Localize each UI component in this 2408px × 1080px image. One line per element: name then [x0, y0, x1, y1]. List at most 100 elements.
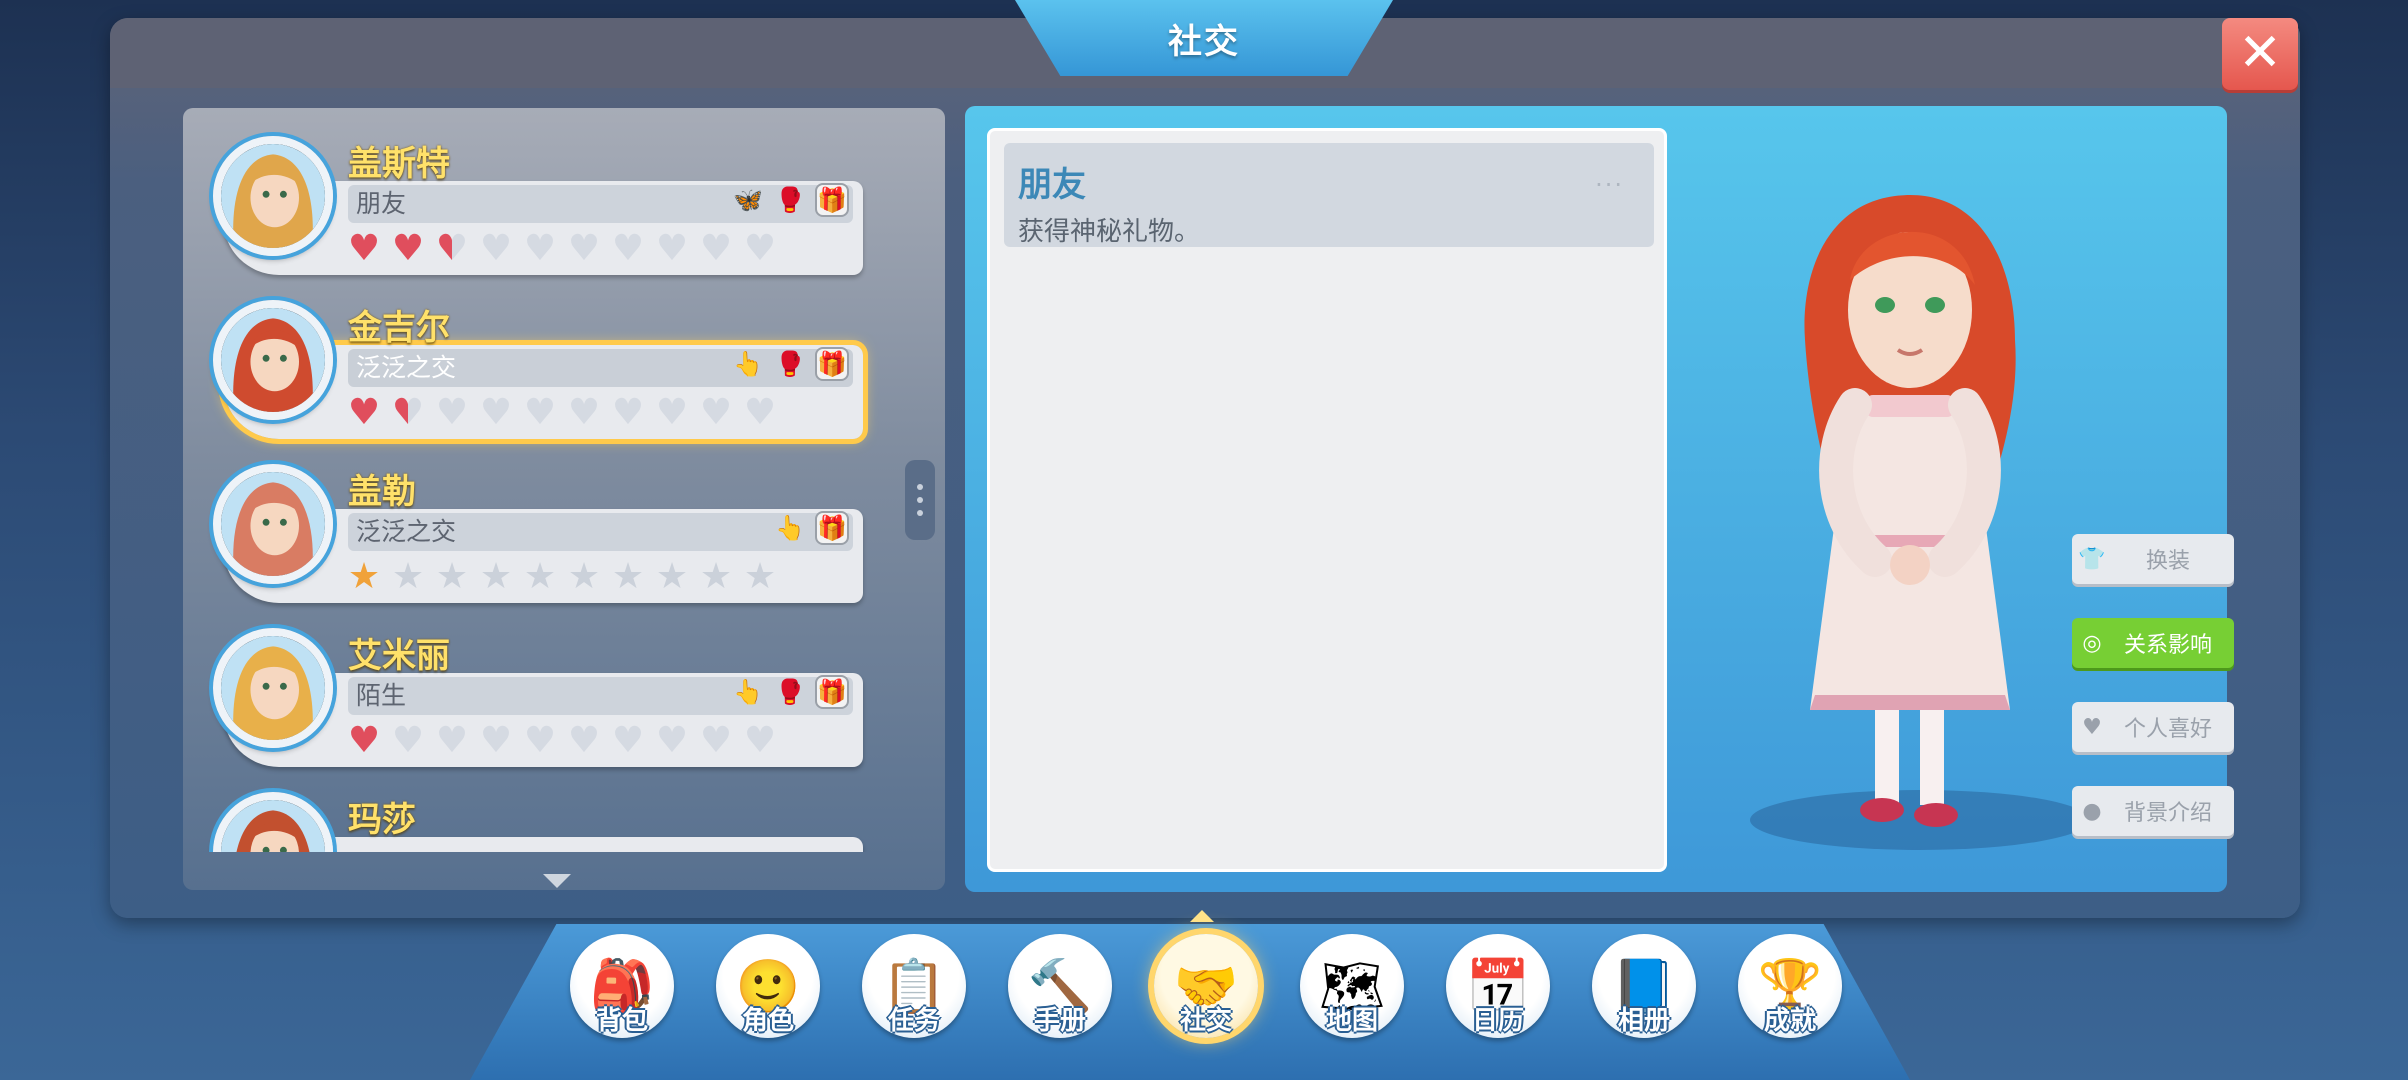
nav-item-label: 成就 — [1763, 1006, 1816, 1036]
heart-icon: ♥ — [611, 228, 645, 269]
heart-icon: ♥ — [347, 720, 381, 761]
page-title: 社交 — [1015, 0, 1393, 76]
star-icon: ★ — [699, 556, 733, 597]
boxing-glove-icon: 🥊 — [775, 678, 805, 706]
nav-item-label: 社交 — [1179, 1006, 1232, 1036]
nav-item-label: 地图 — [1325, 1006, 1378, 1036]
side-button-label: 关系影响 — [2123, 633, 2212, 658]
heart-icon: ♥ — [699, 228, 733, 269]
npc-card[interactable]: 朋友 🦋 🥊 🎁 ♥ ♥ ♥ ♥ ♥ ♥ ♥ ♥ ♥ ♥ 盖斯特 — [213, 136, 863, 288]
nav-item-hammer[interactable]: 🔨 手册 — [1008, 934, 1112, 1038]
heart-icon: ♥ — [567, 228, 601, 269]
npc-tags: 🦋 🥊 🎁 — [731, 183, 849, 217]
npc-avatar — [213, 792, 333, 852]
heart-icon: ♥ — [743, 228, 777, 269]
heart-icon: ♥ — [523, 228, 557, 269]
gift-icon: 🎁 — [815, 675, 849, 709]
nav-item-album[interactable]: 📘 相册 — [1592, 934, 1696, 1038]
heart-icon: ♥ — [699, 392, 733, 433]
gift-icon: 🎁 — [815, 347, 849, 381]
star-icon: ★ — [435, 556, 469, 597]
heart-icon: ♥ — [479, 392, 513, 433]
heart-icon: ♥ — [611, 720, 645, 761]
heart-icon: ♥ — [567, 720, 601, 761]
heart-icon: ♥ — [523, 720, 557, 761]
npc-avatar — [213, 464, 333, 584]
nav-item-trophy[interactable]: 🏆 成就 — [1738, 934, 1842, 1038]
boxing-glove-icon: 🥊 — [775, 186, 805, 214]
npc-list[interactable]: 朋友 🦋 🥊 🎁 ♥ ♥ ♥ ♥ ♥ ♥ ♥ ♥ ♥ ♥ 盖斯特 泛泛之交 👆 🥊 🎁 ♥ ♥ ♥ ♥ ♥ ♥ ♥ ♥ ♥ ♥ 金吉尔 泛泛… — [183, 108, 945, 852]
panel-drag-handle[interactable] — [905, 460, 935, 540]
character-model[interactable] — [1770, 190, 2050, 840]
close-button[interactable]: ✕ — [2222, 18, 2298, 90]
relationship-level-title: 朋友 — [1018, 165, 1086, 205]
heart-icon: ♥ — [435, 392, 469, 433]
butterfly-icon: 🦋 — [733, 186, 763, 214]
gift-icon: 🎁 — [815, 183, 849, 217]
nav-item-backpack[interactable]: 🎒 背包 — [570, 934, 674, 1038]
relationship-entry[interactable]: 朋友 获得神秘礼物。 ··· — [1004, 143, 1654, 247]
heart-icon: ♥ — [743, 392, 777, 433]
npc-tags: 👆 🥊 🎁 — [731, 675, 849, 709]
heart-icon: ♥ — [611, 392, 645, 433]
heart-icon: ♥ — [479, 228, 513, 269]
npc-card[interactable]: 泛泛之交 👆 🥊 🎁 ♥ ♥ ♥ ♥ ♥ ♥ ♥ ♥ ♥ ♥ 金吉尔 — [213, 300, 868, 452]
side-button-label: 个人喜好 — [2123, 717, 2212, 742]
nav-item-label: 相册 — [1617, 1006, 1670, 1036]
finger-icon: 👆 — [733, 678, 763, 706]
heart-like-icon: ♥ — [2082, 714, 2102, 740]
relation-icon: ◎ — [2082, 630, 2102, 656]
npc-tags: 👆 🎁 — [773, 511, 849, 545]
npc-name: 玛莎 — [348, 800, 416, 840]
scroll-down-icon[interactable] — [543, 874, 571, 888]
nav-item-label: 角色 — [741, 1006, 794, 1036]
nav-item-label: 日历 — [1471, 1006, 1524, 1036]
heart-icon: ♥ — [523, 392, 557, 433]
npc-avatar — [213, 300, 333, 420]
side-button-label: 换装 — [2145, 549, 2190, 574]
heart-icon: ♥ — [433, 231, 471, 267]
npc-card[interactable]: 泛泛之交 👆 🎁 ★ ★ ★ ★ ★ ★ ★ ★ ★ ★ 盖勒 — [213, 464, 863, 616]
side-button-profile[interactable]: ● 背景介绍 — [2072, 786, 2234, 836]
star-icon: ★ — [655, 556, 689, 597]
star-icon: ★ — [743, 556, 777, 597]
side-button-heart-like[interactable]: ♥ 个人喜好 — [2072, 702, 2234, 752]
nav-item-character[interactable]: 🙂 角色 — [716, 934, 820, 1038]
outfit-icon: 👕 — [2078, 546, 2106, 572]
heart-icon: ♥ — [567, 392, 601, 433]
finger-icon: 👆 — [775, 514, 805, 542]
nav-item-calendar[interactable]: 📅 日历 — [1446, 934, 1550, 1038]
npc-card[interactable]: 陌生 👆 🥊 🎁 ♥ ♥ ♥ ♥ ♥ ♥ ♥ ♥ ♥ ♥ 艾米丽 — [213, 628, 863, 780]
npc-name: 盖斯特 — [348, 144, 450, 184]
star-icon: ★ — [523, 556, 557, 597]
active-nav-indicator-icon — [1190, 910, 1214, 922]
relationship-level-description: 获得神秘礼物。 — [1018, 217, 1201, 247]
heart-icon: ♥ — [655, 228, 689, 269]
star-icon: ★ — [611, 556, 645, 597]
heart-icon: ♥ — [743, 720, 777, 761]
npc-card[interactable]: 玛莎 — [213, 792, 863, 852]
side-button-outfit[interactable]: 👕 换装 — [2072, 534, 2234, 584]
affinity-rating: ♥ ♥ ♥ ♥ ♥ ♥ ♥ ♥ ♥ ♥ — [345, 723, 779, 759]
nav-item-label: 手册 — [1033, 1006, 1086, 1036]
npc-list-panel: 朋友 🦋 🥊 🎁 ♥ ♥ ♥ ♥ ♥ ♥ ♥ ♥ ♥ ♥ 盖斯特 泛泛之交 👆 🥊 🎁 ♥ ♥ ♥ ♥ ♥ ♥ ♥ ♥ ♥ ♥ 金吉尔 泛泛… — [183, 108, 945, 890]
nav-item-label: 背包 — [595, 1006, 648, 1036]
side-button-label: 背景介绍 — [2123, 801, 2212, 826]
heart-icon: ♥ — [347, 392, 381, 433]
heart-icon: ♥ — [655, 392, 689, 433]
side-button-relation[interactable]: ◎ 关系影响 — [2072, 618, 2234, 668]
heart-icon: ♥ — [479, 720, 513, 761]
npc-avatar — [213, 628, 333, 748]
nav-item-handshake[interactable]: 🤝 社交 — [1154, 934, 1258, 1038]
more-dots-icon: ··· — [1595, 171, 1624, 199]
star-icon: ★ — [347, 556, 381, 597]
nav-item-label: 任务 — [887, 1006, 940, 1036]
star-icon: ★ — [567, 556, 601, 597]
nav-item-map[interactable]: 🗺 地图 — [1300, 934, 1404, 1038]
heart-icon: ♥ — [389, 395, 427, 431]
npc-tags: 👆 🥊 🎁 — [731, 347, 849, 381]
nav-item-task-clipboard[interactable]: 📋 任务 — [862, 934, 966, 1038]
heart-icon: ♥ — [655, 720, 689, 761]
heart-icon: ♥ — [391, 720, 425, 761]
finger-icon: 👆 — [733, 350, 763, 378]
